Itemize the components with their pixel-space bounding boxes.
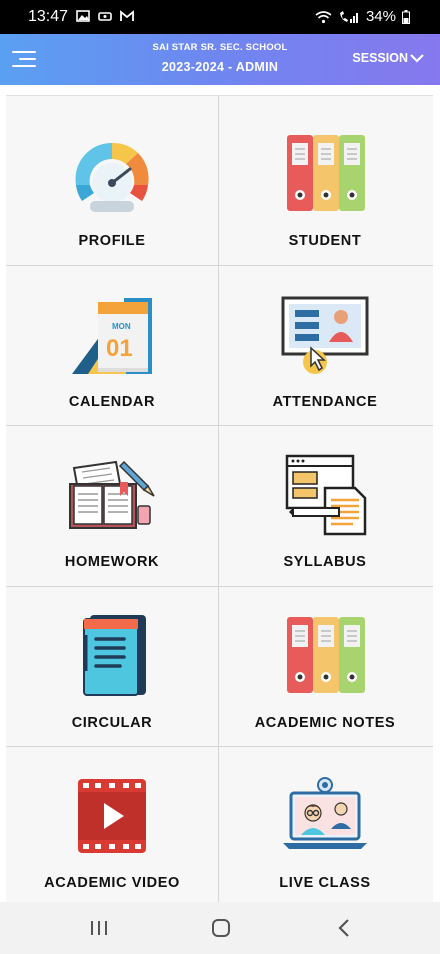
speedometer-icon xyxy=(75,142,149,212)
back-icon[interactable] xyxy=(332,916,358,940)
wifi-icon xyxy=(315,10,332,23)
status-bar: 13:47 34% xyxy=(0,0,440,34)
tile-profile[interactable]: PROFILE xyxy=(6,105,218,264)
attendance-board-icon xyxy=(281,296,369,374)
calendar-day: MON xyxy=(112,322,131,331)
call-signal-icon xyxy=(339,10,358,23)
calendar-icon: MON 01 xyxy=(72,298,152,374)
notification-icons xyxy=(76,9,134,23)
tile-homework[interactable]: HOMEWORK xyxy=(6,426,218,585)
video-film-icon xyxy=(78,779,146,853)
live-class-laptop-icon xyxy=(283,777,367,849)
binders-icon xyxy=(287,617,365,693)
battery-icon xyxy=(402,9,410,24)
tile-student[interactable]: STUDENT xyxy=(219,105,431,264)
tile-label: ACADEMIC VIDEO xyxy=(44,875,180,891)
tile-label: ATTENDANCE xyxy=(272,394,378,410)
recent-apps-icon[interactable] xyxy=(86,916,112,940)
tile-circular[interactable]: CIRCULAR xyxy=(6,587,218,746)
status-time: 13:47 xyxy=(28,8,69,25)
tile-label: SYLLABUS xyxy=(283,554,367,570)
gmail-icon xyxy=(120,10,134,21)
video-notification-icon xyxy=(98,12,112,21)
chevron-down-icon xyxy=(410,54,424,63)
tile-attendance[interactable]: ATTENDANCE xyxy=(219,266,431,425)
battery-percent: 34% xyxy=(365,8,396,25)
calendar-date: 01 xyxy=(106,335,133,362)
tile-label: ACADEMIC NOTES xyxy=(254,715,396,731)
notebook-pencil-icon xyxy=(69,460,155,529)
tile-label: CALENDAR xyxy=(68,394,156,410)
circular-notepad-icon xyxy=(83,615,146,696)
tile-label: PROFILE xyxy=(78,233,146,249)
session-label: SESSION xyxy=(352,51,408,65)
tile-calendar[interactable]: MON 01 CALENDAR xyxy=(6,266,218,425)
tile-syllabus[interactable]: SYLLABUS xyxy=(219,426,431,585)
gallery-icon xyxy=(76,10,90,22)
tile-label: LIVE CLASS xyxy=(279,875,371,891)
tile-label: CIRCULAR xyxy=(71,715,153,731)
system-nav-bar xyxy=(0,902,440,954)
app-header: SAI STAR SR. SEC. SCHOOL 2023-2024 - ADM… xyxy=(0,34,440,85)
tile-label: STUDENT xyxy=(288,233,362,249)
home-icon[interactable] xyxy=(208,916,234,940)
status-right: 34% xyxy=(315,8,410,25)
tile-label: HOMEWORK xyxy=(64,554,160,570)
tile-live-class[interactable]: LIVE CLASS xyxy=(219,747,431,906)
syllabus-document-icon xyxy=(285,454,367,536)
tile-academic-notes[interactable]: ACADEMIC NOTES xyxy=(219,587,431,746)
tile-academic-video[interactable]: ACADEMIC VIDEO xyxy=(6,747,218,906)
binders-icon xyxy=(287,135,365,211)
session-dropdown[interactable]: SESSION xyxy=(352,51,424,65)
